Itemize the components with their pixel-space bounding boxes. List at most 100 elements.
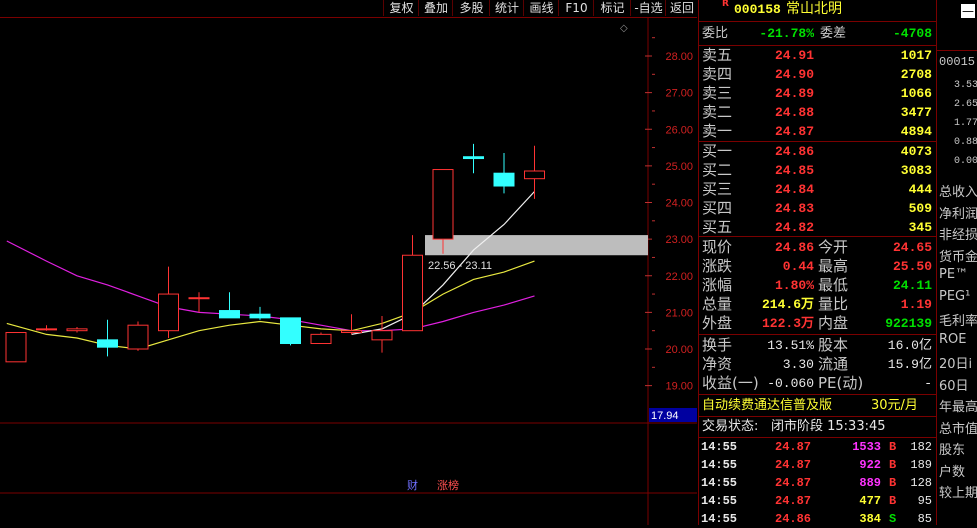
candle-body [371, 330, 393, 341]
buy-label: 买五 [702, 218, 733, 236]
tick-time: 14:55 [701, 512, 738, 526]
candle-body [97, 339, 118, 348]
side-label[interactable]: 年最高 [939, 396, 977, 415]
tick-count: 85 [917, 512, 932, 526]
tick-volume: 1533 [852, 440, 881, 454]
candle-body [36, 328, 57, 331]
buy-volume: 345 [908, 220, 932, 235]
sell-row[interactable]: 卖一 24.87 4894 [699, 122, 936, 141]
toolbar-item-0[interactable]: 复权 [383, 0, 419, 16]
sell-volume: 1066 [900, 86, 932, 101]
status-row: 交易状态: 闭市阶段 15:33:45 [702, 419, 886, 434]
tick-row: 14:55 24.87 477 B 95 [699, 492, 936, 510]
stat-value: 0.44 [782, 259, 814, 274]
y-tick-label: 24.00 [665, 198, 693, 210]
tick-row: 14:55 24.87 1533 B 182 [699, 438, 936, 456]
side-label[interactable]: ROE [939, 332, 966, 347]
bottom-label-cai: 财 [407, 478, 418, 492]
buy-row[interactable]: 买五 24.82 345 [699, 218, 936, 237]
stat-value: -0.060 [767, 376, 814, 391]
candlestick-chart[interactable]: ◇ 28.00 27.00 26.00 25.00 24.00 23.00 22.00 21.0… [0, 18, 697, 525]
stock-title-row: R 000158 常山北明 [699, 0, 936, 19]
candle-body [219, 310, 240, 319]
stat2-row: 净资 3.30 流通 15.9亿 [702, 355, 932, 373]
y-tick-label: 25.00 [665, 161, 693, 173]
buy-label: 买四 [702, 199, 733, 217]
candle-body [524, 170, 545, 180]
candle-body [310, 333, 332, 345]
stat-value: 24.11 [892, 278, 932, 293]
webi-value: -21.78% [759, 26, 814, 41]
side-label[interactable]: 毛利率 [939, 310, 977, 329]
candle-body [280, 317, 301, 345]
tick-volume: 384 [859, 512, 881, 526]
buy-row[interactable]: 买三 24.84 444 [699, 180, 936, 199]
toolbar-item-2[interactable]: 多股 [452, 0, 490, 16]
sell-row[interactable]: 卖五 24.91 1017 [699, 46, 936, 65]
sell-volume: 3477 [900, 105, 932, 120]
toolbar-item-3[interactable]: 统计 [489, 0, 524, 16]
sell-row[interactable]: 卖三 24.89 1066 [699, 84, 936, 103]
side-label[interactable]: PEG¹ [939, 289, 970, 304]
side-label[interactable]: 20日i [939, 353, 972, 372]
sell-price: 24.91 [774, 48, 814, 63]
buy-price: 24.82 [774, 220, 814, 235]
stat-value: 1.19 [900, 297, 932, 312]
promo-price[interactable]: 30元/月 [871, 396, 918, 415]
side-label[interactable]: 60日 [939, 375, 969, 394]
stat-value: 16.0亿 [887, 338, 932, 353]
buy-row[interactable]: 买一 24.86 4073 [699, 142, 936, 161]
side-axis-value: 1.77 [953, 118, 977, 129]
tick-side: B [889, 440, 897, 454]
stat-row: 涨幅 1.80% 最低 24.11 [702, 276, 932, 294]
sell-label: 卖五 [702, 46, 733, 64]
side-axis-value: 0.88 [953, 137, 977, 148]
y-tick-label: 26.00 [665, 124, 693, 136]
status-value: 闭市阶段 15:33:45 [771, 419, 886, 434]
candle-body [66, 328, 88, 332]
y-tick-label: 20.00 [665, 344, 693, 356]
buy-row[interactable]: 买四 24.83 509 [699, 199, 936, 218]
promo-text[interactable]: 自动续费通达信普及版 [702, 396, 832, 415]
sell-row[interactable]: 卖二 24.88 3477 [699, 103, 936, 122]
side-label[interactable]: 净利润 [939, 203, 977, 222]
stock-code: 000158 [734, 2, 781, 17]
settings-diamond-icon: ◇ [620, 23, 628, 34]
stat-value: 922139 [885, 316, 932, 331]
side-label[interactable]: 非经损 [939, 224, 977, 243]
toolbar-item-1[interactable]: 叠加 [418, 0, 453, 16]
y-tick-label: 21.00 [665, 307, 693, 319]
buy-price: 24.84 [774, 182, 814, 197]
ma-yellow-line [6, 260, 535, 350]
bottom-label-zhangbang: 涨榜 [437, 478, 459, 492]
toolbar-item-6[interactable]: 标记 [593, 0, 631, 16]
sell-volume: 1017 [900, 48, 932, 63]
side-label[interactable]: 户数 [939, 461, 965, 480]
side-label[interactable]: PE™ [939, 267, 968, 282]
buy-row[interactable]: 买二 24.85 3083 [699, 161, 936, 180]
side-label[interactable]: 总市值 [939, 418, 977, 437]
sell-row[interactable]: 卖四 24.90 2708 [699, 65, 936, 84]
minimize-icon[interactable]: — [961, 4, 975, 18]
stat-value: 13.51% [767, 338, 814, 353]
candle-body [341, 330, 362, 334]
toolbar-item-7[interactable]: -自选 [630, 0, 666, 16]
buy-price: 24.85 [774, 163, 814, 178]
candle-body [402, 254, 423, 332]
buy-volume: 3083 [900, 163, 932, 178]
side-label[interactable]: 货币金 [939, 246, 977, 265]
toolbar-item-8[interactable]: 返回 [665, 0, 698, 16]
side-label[interactable]: 较上期 [939, 482, 977, 501]
toolbar-item-4[interactable]: 画线 [523, 0, 559, 16]
side-label[interactable]: 总收入 [939, 181, 977, 200]
tick-time: 14:55 [701, 440, 738, 454]
stat-value: 24.86 [774, 240, 814, 255]
side-label[interactable]: 股东 [939, 439, 965, 458]
promo-row[interactable]: 自动续费通达信普及版 30元/月 [699, 396, 936, 415]
tick-volume: 922 [859, 458, 881, 472]
stat-value: 3.30 [782, 357, 814, 372]
toolbar-item-5[interactable]: F10 [558, 0, 594, 16]
tick-side: B [889, 494, 897, 508]
stat-row: 总量 214.6万 量比 1.19 [702, 295, 932, 313]
f10-side-panel: — 00015 3.53 2.65 1.77 0.88 0.00 总收入 净利润 非经损 货币… [936, 0, 977, 525]
